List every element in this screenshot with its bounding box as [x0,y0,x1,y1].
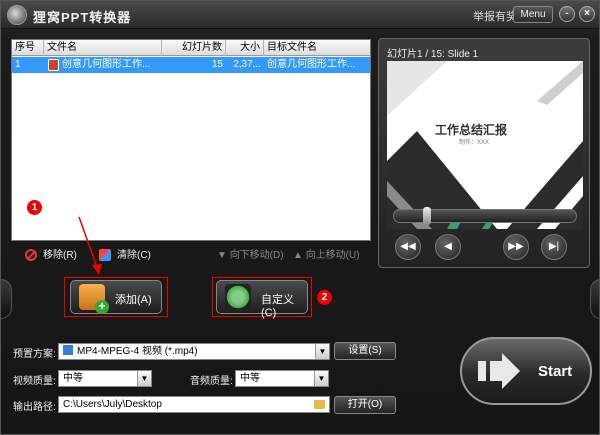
add-button[interactable]: 添加(A) [70,280,162,314]
start-label: Start [538,363,573,380]
custom-button[interactable]: 自定义(C) [216,280,308,319]
report-link[interactable]: 举报有奖 [473,8,517,24]
preset-select[interactable]: MP4-MPEG-4 视频 (*.mp4) ▼ [58,343,330,360]
remove-icon [25,249,37,262]
start-button[interactable]: Start [460,337,592,405]
minimize-button[interactable]: - [559,6,575,22]
annotation-badge-2: 2 [317,290,332,305]
table-header: 序号 文件名 幻灯片数 大小 目标文件名 [12,40,370,56]
cell-target: 创意几何图形工作... [267,59,356,70]
app-logo-icon [7,5,27,25]
column-size[interactable]: 大小 [226,40,264,56]
slide-title: 工作总结汇报 [435,123,508,137]
output-path-input[interactable]: C:\Users\July\Desktop [58,396,330,413]
right-side-ornament [590,279,599,319]
title-bar: 狸窝PPT转换器 举报有奖 Menu - × [1,1,599,29]
annotation-text: 点击此按钮添加ppt文件 [44,199,190,215]
arrow-down-icon: ▼ [217,250,230,261]
column-slides[interactable]: 幻灯片数 [162,40,226,56]
start-arrow-icon [478,353,520,389]
preview-panel: 幻灯片1 / 15: Slide 1 工作总结汇报 制作：XXX ◀◀ ◀ ▶▶… [378,38,590,268]
folder-icon[interactable] [314,400,325,409]
seek-handle[interactable] [423,207,431,225]
annotation-badge-1: 1 [27,200,42,215]
preset-label: 预置方案: [13,349,56,360]
add-file-icon [79,284,109,314]
column-target[interactable]: 目标文件名 [264,40,370,56]
output-path-label: 输出路径: [13,402,56,413]
chevron-down-icon: ▼ [137,371,151,386]
slide-subtitle: 制作：XXX [459,140,490,146]
left-side-ornament [1,279,12,319]
video-format-icon [63,345,73,355]
move-up-button[interactable]: ▲ 向上移动(U) [293,246,360,266]
slide-preview: 工作总结汇报 制作：XXX [387,61,583,229]
audio-quality-label: 音频质量: [190,376,233,387]
cell-size: 2,37... [233,59,261,70]
column-filename[interactable]: 文件名 [44,40,162,56]
close-button[interactable]: × [579,6,595,22]
menu-button[interactable]: Menu [513,6,553,23]
table-row[interactable]: 1 创意几何图形工作... 15 2,37... 创意几何图形工作... [12,57,370,73]
app-window: 狸窝PPT转换器 举报有奖 Menu - × 序号 文件名 幻灯片数 大小 目标… [0,0,600,435]
video-quality-select[interactable]: 中等 ▼ [58,370,152,387]
move-down-button[interactable]: ▼ 向下移动(D) [217,246,284,266]
seek-bar[interactable] [393,209,577,223]
next-button[interactable]: ▶| [541,234,567,260]
annotation-add-hint: 1 点击此按钮添加ppt文件 [27,197,189,217]
slide-info: 幻灯片1 / 15: Slide 1 [387,49,479,60]
gear-tools-icon [225,284,251,310]
list-toolbar: 移除(R) 清除(C) ▼ 向下移动(D) ▲ 向上移动(U) [11,246,371,266]
cell-filename: 创意几何图形工作... [62,59,151,70]
arrow-up-icon: ▲ [293,250,306,261]
prev-button[interactable]: ◀◀ [395,234,421,260]
video-quality-label: 视频质量: [13,376,56,387]
rewind-button[interactable]: ◀ [435,234,461,260]
clear-icon [99,249,111,262]
chevron-down-icon: ▼ [314,371,328,386]
open-folder-button[interactable]: 打开(O) [334,396,396,414]
remove-button[interactable]: 移除(R) [25,246,77,266]
preset-settings-button[interactable]: 设置(S) [334,342,396,360]
forward-button[interactable]: ▶▶ [503,234,529,260]
chevron-down-icon: ▼ [315,344,329,359]
window-title: 狸窝PPT转换器 [33,10,132,25]
clear-button[interactable]: 清除(C) [99,246,151,266]
audio-quality-select[interactable]: 中等 ▼ [235,370,329,387]
column-index[interactable]: 序号 [12,40,44,56]
cell-index: 1 [15,59,21,70]
cell-slides: 15 [211,59,223,70]
